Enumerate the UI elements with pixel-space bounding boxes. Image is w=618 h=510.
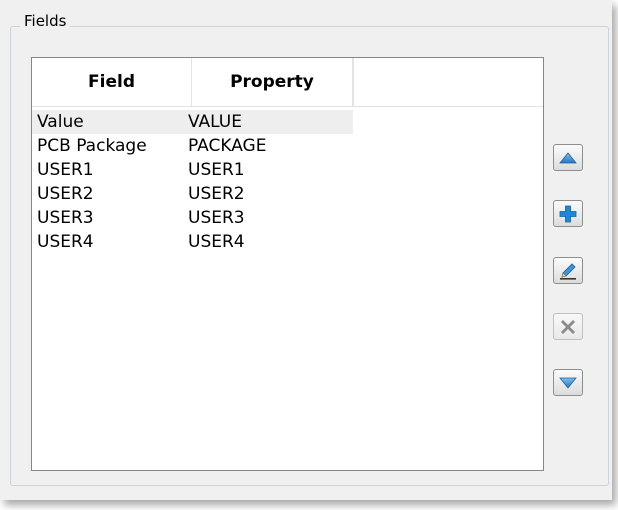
- cell-property: PACKAGE: [188, 136, 267, 156]
- cell-field: Value: [37, 112, 84, 132]
- add-field-button[interactable]: [553, 200, 583, 227]
- group-title: Fields: [20, 12, 71, 30]
- table-row[interactable]: Value VALUE: [32, 110, 353, 134]
- table-row[interactable]: USER2 USER2: [32, 182, 353, 206]
- table-row[interactable]: USER4 USER4: [32, 230, 353, 254]
- fields-panel: Fields Field Property Value VALUE PCB Pa…: [0, 0, 612, 500]
- cell-field: USER2: [37, 184, 94, 204]
- move-up-button[interactable]: [553, 144, 583, 171]
- cell-property: VALUE: [188, 112, 242, 132]
- column-header-divider: [353, 58, 354, 106]
- delete-field-button[interactable]: [553, 313, 583, 340]
- cell-property: USER2: [188, 184, 245, 204]
- plus-icon: [559, 205, 577, 222]
- x-icon: [561, 319, 575, 334]
- cell-property: USER4: [188, 232, 245, 252]
- cell-property: USER1: [188, 160, 245, 180]
- cell-field: USER3: [37, 208, 94, 228]
- cell-field: USER1: [37, 160, 94, 180]
- edit-field-button[interactable]: [553, 257, 583, 284]
- arrow-up-icon: [559, 151, 577, 163]
- cell-property: USER3: [188, 208, 245, 228]
- fields-table[interactable]: Field Property Value VALUE PCB Package P…: [31, 57, 544, 471]
- table-row[interactable]: USER1 USER1: [32, 158, 353, 182]
- table-header: Field Property: [32, 58, 543, 107]
- pencil-icon: [560, 262, 576, 280]
- table-row[interactable]: PCB Package PACKAGE: [32, 134, 353, 158]
- column-header-property[interactable]: Property: [192, 58, 353, 106]
- table-row[interactable]: USER3 USER3: [32, 206, 353, 230]
- column-header-field[interactable]: Field: [32, 58, 192, 106]
- cell-field: PCB Package: [37, 136, 147, 156]
- move-down-button[interactable]: [553, 369, 583, 396]
- arrow-down-icon: [559, 377, 577, 389]
- cell-field: USER4: [37, 232, 94, 252]
